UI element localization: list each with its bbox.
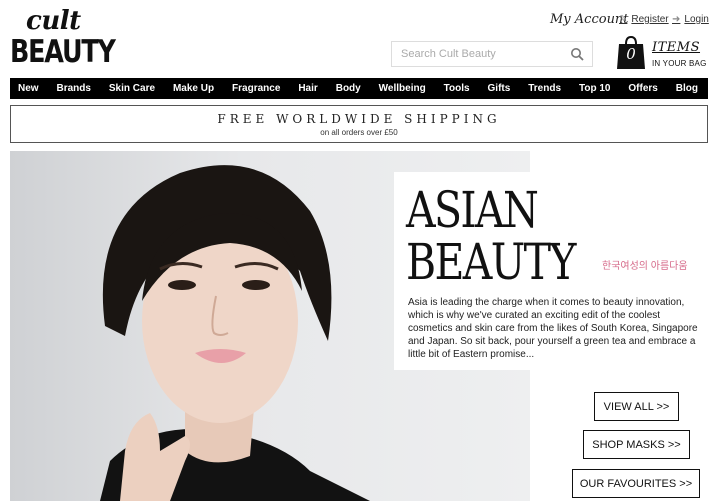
login-label: Login <box>684 14 709 25</box>
register-link[interactable]: ✎ Register <box>619 14 669 25</box>
shop-masks-button[interactable]: SHOP MASKS >> <box>583 430 690 459</box>
nav-item-skin-care[interactable]: Skin Care <box>109 83 155 94</box>
feature-title-line2: BEAUTY <box>406 233 576 291</box>
nav-item-gifts[interactable]: Gifts <box>488 83 511 94</box>
feature-panel: ASIAN BEAUTY 한국여성의 아름다움 Asia is leading … <box>394 172 708 370</box>
bag-summary[interactable]: ITEMS IN YOUR BAG <box>652 40 707 68</box>
search-box <box>391 41 593 67</box>
bag-count: 0 <box>626 45 636 63</box>
our-favourites-button[interactable]: OUR FAVOURITES >> <box>572 469 700 498</box>
nav-item-blog[interactable]: Blog <box>676 83 698 94</box>
feature-title: ASIAN BEAUTY <box>406 181 576 291</box>
shipping-subline: on all orders over £50 <box>320 128 398 137</box>
nav-item-offers[interactable]: Offers <box>628 83 657 94</box>
nav-item-hair[interactable]: Hair <box>298 83 317 94</box>
nav-item-fragrance[interactable]: Fragrance <box>232 83 280 94</box>
register-label: Register <box>631 14 669 25</box>
nav-item-brands[interactable]: Brands <box>57 83 91 94</box>
feature-description: Asia is leading the charge when it comes… <box>408 297 698 360</box>
nav-item-trends[interactable]: Trends <box>528 83 561 94</box>
search-icon[interactable] <box>570 47 584 61</box>
nav-item-wellbeing[interactable]: Wellbeing <box>379 83 426 94</box>
logo-beauty-text: BEAUTY <box>10 34 116 70</box>
search-input[interactable] <box>392 42 562 66</box>
nav-item-tools[interactable]: Tools <box>444 83 470 94</box>
nav-item-make-up[interactable]: Make Up <box>173 83 214 94</box>
main-nav: New Brands Skin Care Make Up Fragrance H… <box>10 78 708 99</box>
shipping-headline: FREE WORLDWIDE SHIPPING <box>217 112 501 126</box>
nav-item-new[interactable]: New <box>18 83 39 94</box>
bag-subtitle: IN YOUR BAG <box>652 59 707 68</box>
my-account-link[interactable]: My Account <box>550 12 629 27</box>
nav-item-top-10[interactable]: Top 10 <box>579 83 610 94</box>
logo-cult-text: cult <box>26 6 81 36</box>
view-all-button[interactable]: VIEW ALL >> <box>594 392 679 421</box>
shopping-bag-icon[interactable]: 0 <box>617 35 645 69</box>
nav-item-body[interactable]: Body <box>336 83 361 94</box>
login-link[interactable]: ➜ Login <box>672 14 709 25</box>
feature-title-line1: ASIAN <box>406 181 539 239</box>
bag-title: ITEMS <box>652 40 701 55</box>
site-logo[interactable]: cult BEAUTY <box>10 6 116 72</box>
shipping-banner[interactable]: FREE WORLDWIDE SHIPPING on all orders ov… <box>10 105 708 143</box>
pencil-icon: ✎ <box>619 14 628 25</box>
feature-korean-text: 한국여성의 아름다움 <box>602 261 688 272</box>
login-arrow-icon: ➜ <box>672 14 681 25</box>
